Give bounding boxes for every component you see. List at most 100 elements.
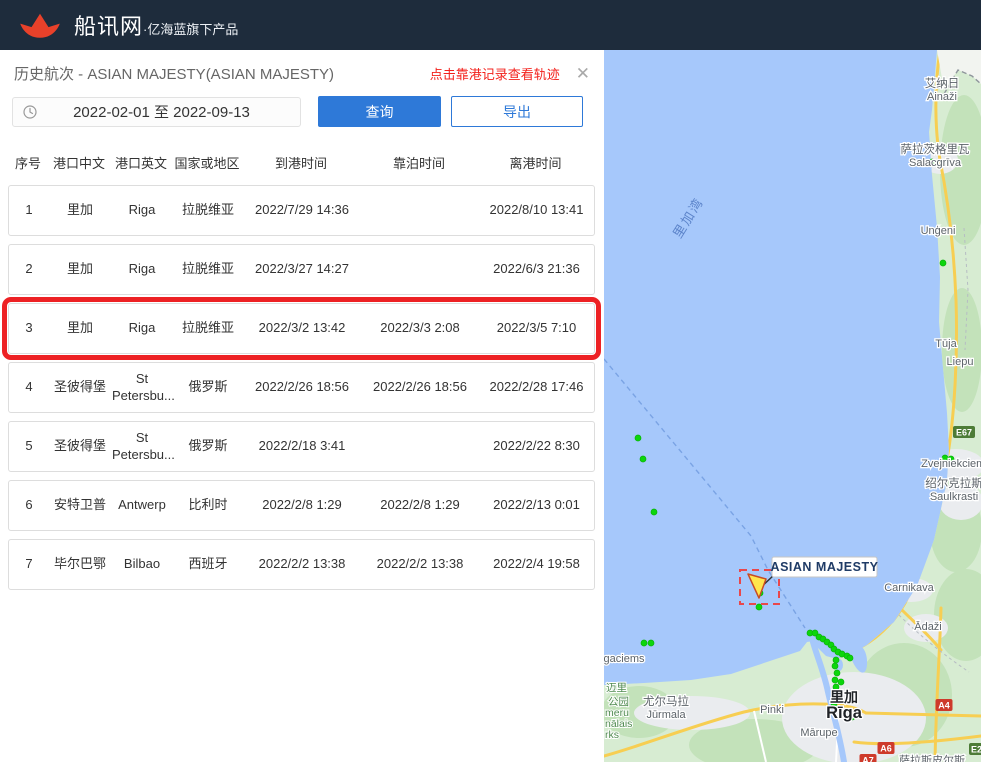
col-port-en: Antwerp <box>111 495 173 515</box>
col-berth <box>361 268 479 272</box>
col-berth: 2022/2/2 13:38 <box>361 554 479 574</box>
date-range-input[interactable]: 2022-02-01 至 2022-09-13 <box>12 97 301 127</box>
col-port-en: Riga <box>111 259 173 279</box>
col-port-en: Riga <box>111 200 173 220</box>
map-label: rks <box>605 729 619 741</box>
track-hint-text: 点击靠港记录查看轨迹 <box>430 64 560 83</box>
col-no: 1 <box>9 200 49 220</box>
query-toolbar: 2022-02-01 至 2022-09-13 查询 导出 <box>12 96 604 127</box>
col-country: 西班牙 <box>173 554 243 574</box>
col-country: 拉脱维亚 <box>173 259 243 279</box>
road-badge-text: A4 <box>938 701 950 711</box>
close-icon[interactable]: ✕ <box>576 65 590 82</box>
voyage-row-6[interactable]: 6安特卫普Antwerp比利时2022/2/8 1:292022/2/8 1:2… <box>8 480 595 531</box>
ais-position-dot <box>940 260 946 266</box>
column-header-2: 港口英文 <box>110 153 172 172</box>
col-arrive: 2022/3/2 13:42 <box>243 318 361 338</box>
map-label: gaciems <box>604 653 645 665</box>
map-label: 萨拉斯皮尔斯 <box>899 753 965 762</box>
col-country: 拉脱维亚 <box>173 200 243 220</box>
map-label: 尤尔马拉Jūrmala <box>643 694 689 721</box>
column-header-0: 序号 <box>8 153 48 172</box>
col-depart: 2022/6/3 21:36 <box>479 259 594 279</box>
map-label: Pinki <box>760 704 784 716</box>
col-no: 5 <box>9 436 49 456</box>
query-button[interactable]: 查询 <box>318 96 441 127</box>
map-label: Mārupe <box>800 727 837 739</box>
col-port-cn: 毕尔巴鄂 <box>49 554 111 574</box>
road-badge-text: E22 <box>971 745 981 755</box>
col-no: 7 <box>9 554 49 574</box>
ais-position-dot <box>635 435 641 441</box>
panel-header: 历史航次 - ASIAN MAJESTY(ASIAN MAJESTY) 点击靠港… <box>0 50 604 84</box>
voyage-row-2[interactable]: 2里加Riga拉脱维亚2022/3/27 14:272022/6/3 21:36 <box>8 244 595 295</box>
map-label: Ādaži <box>914 621 942 633</box>
ais-position-dot <box>832 663 838 669</box>
voyage-list: 1里加Riga拉脱维亚2022/7/29 14:362022/8/10 13:4… <box>8 185 595 590</box>
voyage-row-5[interactable]: 5圣彼得堡St Petersbu...俄罗斯2022/2/18 3:412022… <box>8 421 595 472</box>
ais-position-dot <box>834 670 840 676</box>
map-label: Tūja <box>935 338 957 350</box>
col-arrive: 2022/2/8 1:29 <box>243 495 361 515</box>
col-port-cn: 圣彼得堡 <box>49 377 111 397</box>
ais-position-dot <box>640 456 646 462</box>
col-berth: 2022/3/3 2:08 <box>361 318 479 338</box>
map-label: 迈里 <box>606 682 627 694</box>
col-berth <box>361 445 479 449</box>
column-header-4: 到港时间 <box>242 153 360 172</box>
col-port-cn: 里加 <box>49 318 111 338</box>
voyage-row-4[interactable]: 4圣彼得堡St Petersbu...俄罗斯2022/2/26 18:56202… <box>8 362 595 413</box>
col-no: 4 <box>9 377 49 397</box>
history-voyage-panel: 历史航次 - ASIAN MAJESTY(ASIAN MAJESTY) 点击靠港… <box>0 50 604 762</box>
voyage-row-3[interactable]: 3里加Riga拉脱维亚2022/3/2 13:422022/3/3 2:0820… <box>8 303 595 354</box>
ais-position-dot <box>847 655 853 661</box>
top-header-bar: 船讯网 ·亿海蓝旗下产品 <box>0 0 981 50</box>
col-arrive: 2022/2/18 3:41 <box>243 436 361 456</box>
map-label: 绍尔克拉斯Saulkrasti <box>925 476 981 503</box>
ais-position-dot <box>648 640 654 646</box>
col-depart: 2022/2/28 17:46 <box>479 377 594 397</box>
map-label: Carnikava <box>884 582 934 594</box>
column-header-3: 国家或地区 <box>172 153 242 172</box>
brand-tagline: ·亿海蓝旗下产品 <box>143 19 238 38</box>
col-depart: 2022/2/13 0:01 <box>479 495 594 515</box>
clock-icon <box>23 105 37 119</box>
export-button[interactable]: 导出 <box>451 96 583 127</box>
panel-title: 历史航次 - ASIAN MAJESTY(ASIAN MAJESTY) <box>14 63 430 84</box>
col-port-en: St Petersbu... <box>111 428 173 465</box>
col-depart: 2022/8/10 13:41 <box>479 200 594 220</box>
map-label: Zvejniekciems <box>921 458 981 470</box>
col-arrive: 2022/2/2 13:38 <box>243 554 361 574</box>
voyage-row-7[interactable]: 7毕尔巴鄂Bilbao西班牙2022/2/2 13:382022/2/2 13:… <box>8 539 595 590</box>
col-country: 拉脱维亚 <box>173 318 243 338</box>
date-range-value: 2022-02-01 至 2022-09-13 <box>37 101 300 122</box>
col-no: 3 <box>9 318 49 338</box>
ais-position-dot <box>832 677 838 683</box>
col-port-cn: 圣彼得堡 <box>49 436 111 456</box>
col-berth <box>361 209 479 213</box>
voyage-row-1[interactable]: 1里加Riga拉脱维亚2022/7/29 14:362022/8/10 13:4… <box>8 185 595 236</box>
col-berth: 2022/2/26 18:56 <box>361 377 479 397</box>
ais-position-dot <box>838 679 844 685</box>
col-no: 6 <box>9 495 49 515</box>
road-badge-text: A6 <box>880 744 892 754</box>
col-arrive: 2022/3/27 14:27 <box>243 259 361 279</box>
column-header-1: 港口中文 <box>48 153 110 172</box>
ais-position-dot <box>651 509 657 515</box>
col-country: 俄罗斯 <box>173 377 243 397</box>
column-header-5: 靠泊时间 <box>360 153 478 172</box>
ship-name-label: ASIAN MAJESTY <box>771 560 879 574</box>
map-label: Unģeni <box>921 224 956 237</box>
col-depart: 2022/2/4 19:58 <box>479 554 594 574</box>
map[interactable]: 里加湾艾纳日Ainaži萨拉茨格里瓦SalacgrīvaUnģeniTūjaLi… <box>604 50 981 762</box>
col-arrive: 2022/7/29 14:36 <box>243 200 361 220</box>
map-label: 里加Rīga <box>826 689 863 722</box>
col-depart: 2022/2/22 8:30 <box>479 436 594 456</box>
column-header-6: 离港时间 <box>478 153 593 172</box>
col-port-en: Riga <box>111 318 173 338</box>
col-port-cn: 里加 <box>49 259 111 279</box>
col-depart: 2022/3/5 7:10 <box>479 318 594 338</box>
app-window: 船讯网 ·亿海蓝旗下产品 历史航次 - ASIAN MAJESTY(ASIAN … <box>0 0 981 762</box>
road-badge-text: E67 <box>956 428 972 438</box>
col-port-cn: 安特卫普 <box>49 495 111 515</box>
